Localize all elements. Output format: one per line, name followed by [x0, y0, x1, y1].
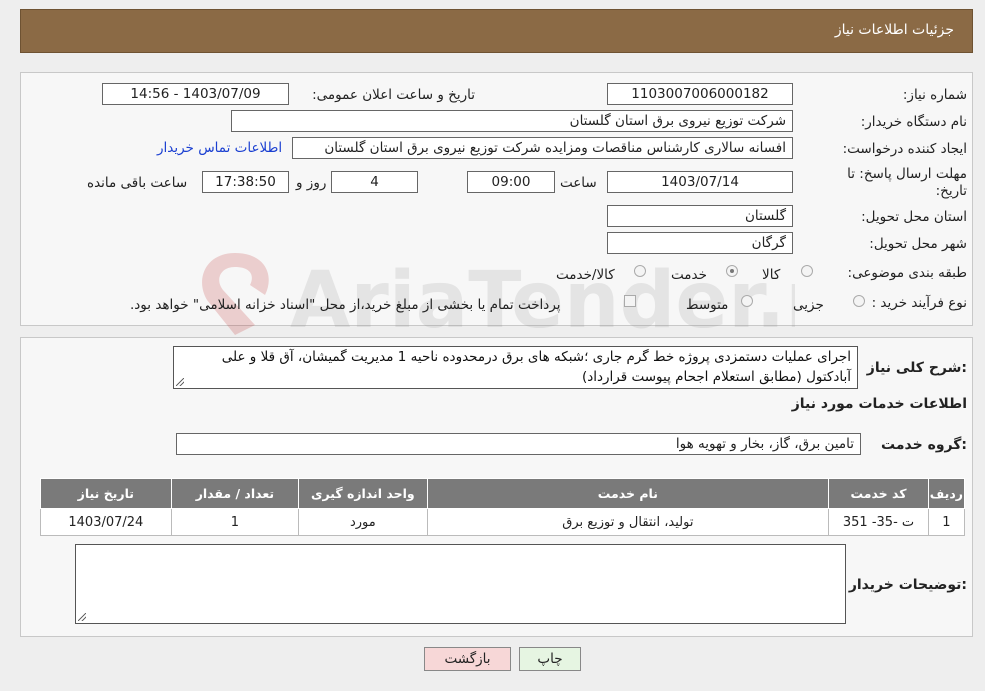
service-group-field[interactable]: تامین برق، گاز، بخار و تهویه هوا [176, 433, 861, 455]
col-quantity: تعداد / مقدار [170, 478, 300, 509]
back-button[interactable]: بازگشت [424, 647, 511, 671]
description-textarea[interactable]: اجرای عملیات دستمزدی پروژه خط گرم جاری ؛… [173, 346, 858, 389]
category-option-service-radio[interactable] [726, 265, 738, 277]
col-service-code: کد خدمت [828, 478, 929, 509]
cell-service-code: ت -35- 351 [828, 508, 929, 536]
col-unit: واحد اندازه گیری [298, 478, 428, 509]
cell-service-name: تولید، انتقال و توزیع برق [426, 508, 830, 536]
col-need-date: تاریخ نیاز [40, 478, 172, 509]
services-section-title: اطلاعات خدمات مورد نیاز [791, 396, 967, 412]
process-option-medium-label: متوسط [686, 297, 729, 313]
need-number-label: شماره نیاز: [902, 87, 967, 103]
city-label: شهر محل تحویل: [869, 236, 967, 252]
deadline-date-field[interactable]: 1403/07/14 [607, 171, 793, 193]
page-header: جزئيات اطلاعات نياز [20, 9, 973, 53]
service-group-label: گروه خدمت: [881, 437, 967, 453]
category-label: طبقه بندی موضوعی: [847, 265, 967, 281]
process-option-medium-radio[interactable] [741, 295, 753, 307]
category-option-both-label: کالا/خدمت [556, 267, 615, 283]
resize-grip-icon[interactable] [176, 378, 184, 386]
province-field[interactable]: گلستان [607, 205, 793, 227]
cell-need-date: 1403/07/24 [40, 508, 172, 536]
time-label: ساعت [560, 175, 597, 191]
category-option-both-radio[interactable] [634, 265, 646, 277]
buyer-contact-link[interactable]: اطلاعات تماس خریدار [157, 140, 282, 156]
cell-unit: مورد [298, 508, 428, 536]
treasury-payment-checkbox[interactable] [624, 295, 636, 307]
cell-quantity: 1 [170, 508, 300, 536]
page-title: جزئيات اطلاعات نياز [834, 22, 954, 38]
process-label: نوع فرآیند خرید : [871, 295, 967, 311]
need-number-field[interactable]: 1103007006000182 [607, 83, 793, 105]
buyer-org-field[interactable]: شرکت توزیع نیروی برق استان گلستان [231, 110, 793, 132]
days-label: روز و [296, 175, 327, 191]
treasury-payment-note: پرداخت تمام یا بخشی از مبلغ خرید،از محل … [130, 297, 561, 313]
province-label: استان محل تحویل: [861, 209, 967, 225]
category-option-service-label: خدمت [671, 267, 707, 283]
deadline-label: مهلت ارسال پاسخ: تا [847, 166, 967, 182]
remaining-label: ساعت باقی مانده [87, 175, 188, 191]
remaining-time-field[interactable]: 17:38:50 [202, 171, 289, 193]
creator-label: ایجاد کننده درخواست: [842, 141, 967, 157]
process-option-minor-label: جزیی [793, 297, 824, 313]
process-option-minor-radio[interactable] [853, 295, 865, 307]
resize-grip-icon[interactable] [78, 613, 86, 621]
table-row[interactable]: 1 ت -35- 351 تولید، انتقال و توزیع برق م… [40, 508, 966, 536]
description-text: اجرای عملیات دستمزدی پروژه خط گرم جاری ؛… [221, 349, 851, 385]
print-button[interactable]: چاپ [519, 647, 581, 671]
buyer-notes-label: توضیحات خریدار: [848, 577, 967, 593]
col-row-number: ردیف [927, 478, 966, 509]
deadline-time-field[interactable]: 09:00 [467, 171, 555, 193]
creator-field[interactable]: افسانه سالاری کارشناس مناقصات ومزایده شر… [292, 137, 793, 159]
cell-row-number: 1 [927, 508, 966, 536]
category-option-goods-radio[interactable] [801, 265, 813, 277]
days-field[interactable]: 4 [331, 171, 418, 193]
col-service-name: نام خدمت [426, 478, 830, 509]
table-header-row: ردیف کد خدمت نام خدمت واحد اندازه گیری ت… [40, 478, 966, 509]
description-label: شرح کلی نیاز: [866, 360, 967, 376]
city-field[interactable]: گرگان [607, 232, 793, 254]
announce-label: تاریخ و ساعت اعلان عمومی: [312, 87, 475, 103]
services-table: ردیف کد خدمت نام خدمت واحد اندازه گیری ت… [40, 478, 966, 536]
buyer-notes-textarea[interactable] [75, 544, 846, 624]
deadline-label-2: تاریخ: [935, 183, 967, 199]
category-option-goods-label: کالا [762, 267, 781, 283]
buyer-org-label: نام دستگاه خریدار: [860, 114, 967, 130]
announce-field[interactable]: 1403/07/09 - 14:56 [102, 83, 289, 105]
